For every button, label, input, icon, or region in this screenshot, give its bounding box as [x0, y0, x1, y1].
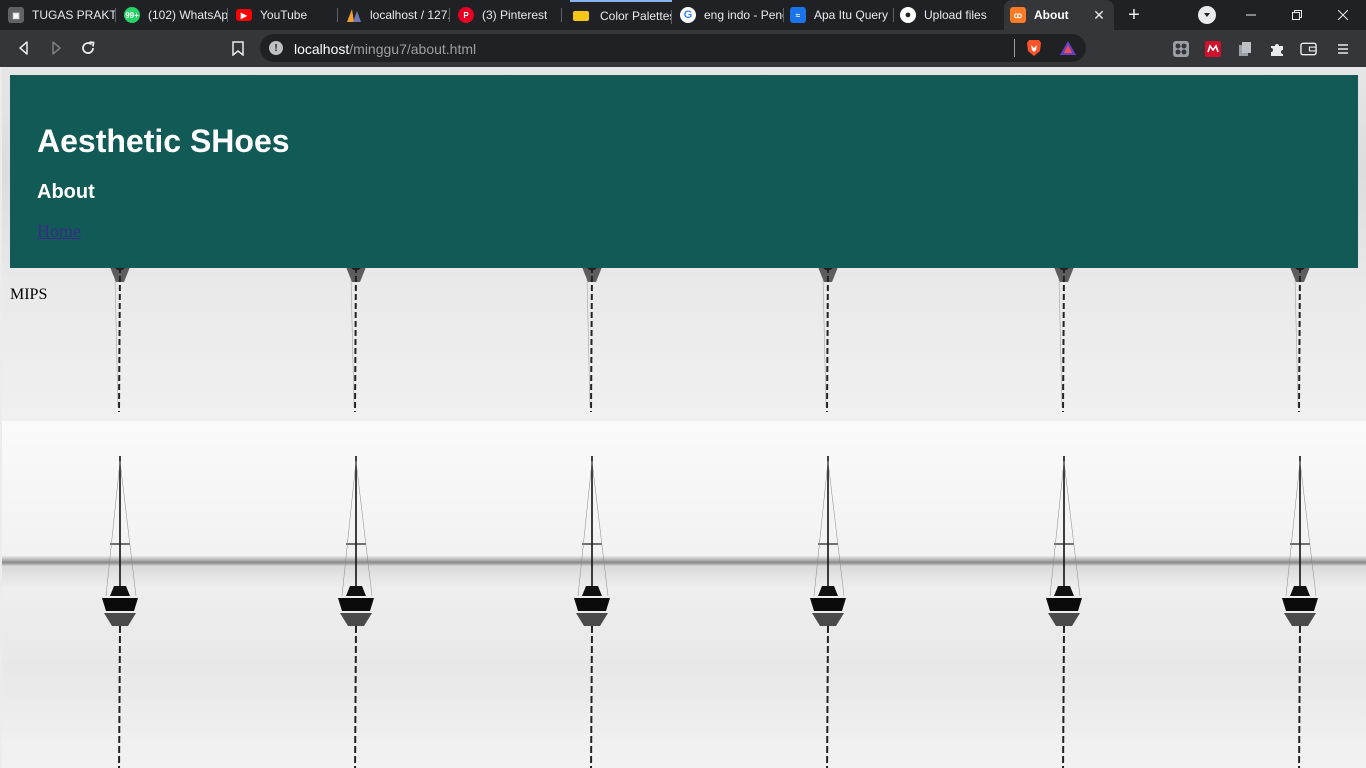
tab-about-active[interactable]: ꝏ About ✕ — [1004, 0, 1114, 30]
tab-google-search[interactable]: G eng indo - Penelusuran — [680, 0, 784, 30]
google-icon: G — [680, 7, 696, 23]
tab-title: (3) Pinterest — [482, 8, 548, 22]
tab-classroom[interactable]: ▣ TUGAS PRAKTIKUM — [8, 0, 116, 30]
site-title: Aesthetic SHoes — [37, 123, 290, 159]
tab-title: eng indo - Penelusuran — [704, 8, 784, 22]
body-text: MIPS — [10, 286, 48, 303]
url-path: /minggu7/about.html — [349, 41, 477, 57]
bookmark-icon[interactable] — [226, 36, 250, 60]
close-window-button[interactable] — [1320, 0, 1366, 30]
restore-button[interactable] — [1274, 0, 1320, 30]
tab-color-palettes[interactable]: Color Palettes — [570, 0, 672, 30]
wallet-icon[interactable] — [1300, 40, 1317, 57]
classroom-icon: ▣ — [8, 7, 24, 23]
menu-icon[interactable] — [1334, 40, 1351, 57]
back-button[interactable] — [12, 36, 36, 60]
tab-title: localhost / 127.0.0.1 — [370, 8, 450, 22]
new-tab-button[interactable]: + — [1122, 3, 1146, 27]
tab-phpmyadmin[interactable]: localhost / 127.0.0.1 — [346, 0, 450, 30]
tab-whatsapp[interactable]: 99+ (102) WhatsApp — [124, 0, 228, 30]
extension-apps-icon[interactable] — [1172, 40, 1189, 57]
extensions-puzzle-icon[interactable] — [1268, 40, 1285, 57]
background-tile — [1182, 421, 1366, 768]
tab-title: TUGAS PRAKTIKUM — [32, 8, 116, 22]
background-tile — [474, 421, 710, 768]
tab-youtube[interactable]: ▶ YouTube — [236, 0, 338, 30]
whatsapp-icon: 99+ — [124, 7, 140, 23]
omnibox-divider — [1014, 39, 1015, 57]
reload-button[interactable] — [76, 36, 100, 60]
brave-rewards-icon[interactable] — [1059, 40, 1077, 56]
tab-title: Apa Itu Query — [814, 8, 889, 22]
site-info-icon[interactable]: ! — [269, 41, 283, 55]
pinterest-icon: P — [458, 7, 474, 23]
site-header: Aesthetic SHoes About Home — [10, 75, 1358, 268]
home-link[interactable]: Home — [37, 221, 81, 242]
background-tile — [238, 421, 474, 768]
tab-title: YouTube — [260, 8, 308, 22]
tab-title: About — [1034, 8, 1069, 22]
tab-pinterest[interactable]: P (3) Pinterest — [458, 0, 562, 30]
address-bar[interactable]: ! localhost/minggu7/about.html — [260, 34, 1086, 62]
tab-apa-itu-query[interactable]: ≈ Apa Itu Query — [790, 0, 894, 30]
github-icon: ● — [900, 7, 916, 23]
tab-title: (102) WhatsApp — [148, 8, 228, 22]
minimize-button[interactable] — [1228, 0, 1274, 30]
tab-search-button[interactable] — [1198, 6, 1216, 24]
extension-mendeley-icon[interactable] — [1204, 40, 1221, 57]
url-text[interactable]: localhost/minggu7/about.html — [294, 41, 476, 57]
tab-github[interactable]: ● Upload files — [900, 0, 1004, 30]
xampp-icon: ꝏ — [1010, 7, 1026, 23]
close-tab-icon[interactable]: ✕ — [1090, 6, 1108, 24]
tab-title: Color Palettes — [600, 9, 672, 23]
url-host: localhost — [294, 41, 350, 57]
youtube-icon: ▶ — [236, 9, 252, 21]
brave-shields-icon[interactable] — [1026, 39, 1042, 57]
page-viewport: Aesthetic SHoes About Home MIPS — [0, 67, 1366, 768]
browser-toolbar: ! localhost/minggu7/about.html — [0, 30, 1366, 67]
forward-button[interactable] — [44, 36, 68, 60]
phpmyadmin-icon — [346, 7, 362, 23]
extension-copy-icon[interactable] — [1236, 40, 1253, 57]
background-tile — [2, 421, 238, 768]
background-tile — [946, 421, 1182, 768]
page-subtitle: About — [37, 181, 95, 203]
background-tile — [710, 421, 946, 768]
tab-title: Upload files — [924, 8, 987, 22]
article-icon: ≈ — [790, 7, 806, 23]
palette-icon — [573, 11, 589, 21]
tab-strip: ▣ TUGAS PRAKTIKUM 99+ (102) WhatsApp ▶ Y… — [0, 0, 1366, 30]
